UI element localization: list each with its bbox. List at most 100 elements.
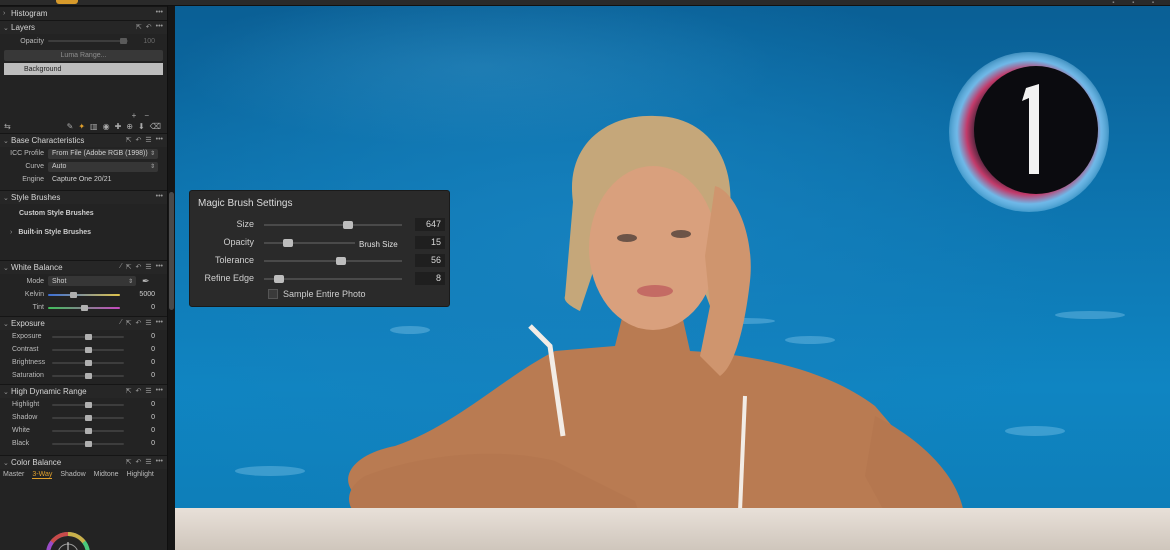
style-brushes-header[interactable]: ⌄ Style Brushes •••	[0, 190, 167, 204]
histogram-header[interactable]: › Histogram •••	[0, 6, 167, 20]
tolerance-value[interactable]: 56	[415, 254, 445, 267]
layer-opacity-value[interactable]: 100	[143, 38, 155, 45]
sample-entire-photo-checkbox[interactable]	[268, 289, 278, 299]
more-icon[interactable]: •••	[156, 136, 163, 144]
black-slider[interactable]	[52, 440, 124, 447]
slider-knob[interactable]	[283, 239, 293, 247]
more-icon[interactable]: •••	[156, 319, 163, 327]
tab-midtone[interactable]: Midtone	[94, 471, 119, 479]
white-slider[interactable]	[52, 427, 124, 434]
shadow-slider[interactable]	[52, 414, 124, 421]
active-tool-indicator[interactable]	[56, 0, 78, 4]
refine-edge-slider[interactable]	[264, 275, 402, 283]
slider-knob[interactable]	[120, 38, 127, 44]
gradient-icon[interactable]: ▥	[90, 122, 98, 131]
tolerance-slider[interactable]	[264, 257, 402, 265]
slider-knob[interactable]	[85, 333, 92, 340]
icc-profile-select[interactable]: From File (Adobe RGB (1998)) ⇕	[48, 148, 158, 159]
more-icon[interactable]: •••	[156, 263, 163, 271]
tab-shadow[interactable]: Shadow	[60, 471, 85, 479]
highlight-slider[interactable]	[52, 401, 124, 408]
chevron-down-icon[interactable]: ⌄	[3, 137, 11, 145]
saturation-value[interactable]: 0	[151, 372, 155, 379]
contrast-slider[interactable]	[52, 346, 124, 353]
more-icon[interactable]: •••	[156, 9, 163, 16]
tab-master[interactable]: Master	[3, 471, 24, 479]
tint-value[interactable]: 0	[151, 304, 155, 311]
slider-knob[interactable]	[85, 359, 92, 366]
copy-icon[interactable]: ⇱	[126, 136, 132, 144]
reset-icon[interactable]: ↶	[135, 263, 141, 271]
chevron-right-icon[interactable]: ›	[3, 10, 11, 17]
chevron-right-icon[interactable]: ›	[0, 229, 12, 236]
eraser-icon[interactable]: ⌫	[150, 122, 161, 131]
swap-icon[interactable]: ⇆	[4, 122, 11, 131]
luma-range-button[interactable]: Luma Range...	[4, 50, 163, 61]
eyedropper-icon[interactable]: ✒	[142, 276, 150, 287]
builtin-style-brushes-item[interactable]: › Built-in Style Brushes	[0, 222, 167, 242]
reset-icon[interactable]: ↶	[135, 458, 141, 466]
picker-icon[interactable]: ⁄	[120, 263, 121, 271]
color-balance-header[interactable]: ⌄ Color Balance ⇱ ↶ ☰ •••	[0, 455, 167, 469]
refine-edge-value[interactable]: 8	[415, 272, 445, 285]
curve-select[interactable]: Auto ⇕	[48, 161, 158, 172]
heal-icon[interactable]: ✚	[115, 122, 122, 131]
magic-brush-icon[interactable]: ✦	[78, 122, 85, 131]
presets-icon[interactable]: ☰	[145, 136, 151, 144]
chevron-down-icon[interactable]: ⌄	[3, 459, 11, 467]
copy-icon[interactable]: ⇱	[126, 458, 132, 466]
shadow-value[interactable]: 0	[151, 414, 155, 421]
presets-icon[interactable]: ☰	[145, 387, 151, 395]
size-value[interactable]: 647	[415, 218, 445, 231]
sidebar-scrollbar[interactable]	[168, 6, 175, 550]
tab-3-way[interactable]: 3-Way	[32, 471, 53, 479]
tint-slider[interactable]	[48, 304, 120, 311]
clone-icon[interactable]: ⊕	[126, 122, 133, 131]
reset-icon[interactable]: ↶	[135, 136, 141, 144]
brush-icon[interactable]: ✎	[67, 122, 74, 131]
opacity-value[interactable]: 15	[415, 236, 445, 249]
more-icon[interactable]: •••	[156, 387, 163, 395]
chevron-down-icon[interactable]: ⌄	[3, 24, 11, 32]
exposure-value[interactable]: 0	[151, 333, 155, 340]
color-wheel[interactable]	[0, 520, 168, 550]
layers-header[interactable]: ⌄ Layers ⇱ ↶ •••	[0, 20, 167, 34]
saturation-slider[interactable]	[52, 372, 124, 379]
auto-icon[interactable]: ⁄	[120, 319, 121, 327]
kelvin-value[interactable]: 5000	[139, 291, 155, 298]
slider-knob[interactable]	[85, 440, 92, 447]
copy-icon[interactable]: ⇱	[136, 23, 142, 31]
kelvin-slider[interactable]	[48, 291, 120, 298]
chevron-down-icon[interactable]: ⌄	[3, 320, 11, 328]
scrollbar-thumb[interactable]	[169, 192, 174, 310]
slider-knob[interactable]	[336, 257, 346, 265]
chevron-down-icon[interactable]: ⌄	[3, 194, 11, 202]
slider-knob[interactable]	[85, 401, 92, 408]
custom-style-brushes-item[interactable]: Custom Style Brushes	[0, 204, 167, 222]
reset-icon[interactable]: ↶	[146, 23, 152, 31]
radial-icon[interactable]: ◉	[103, 122, 110, 131]
chevron-down-icon[interactable]: ⌄	[3, 388, 11, 396]
presets-icon[interactable]: ☰	[145, 458, 151, 466]
reset-icon[interactable]: ↶	[135, 387, 141, 395]
slider-knob[interactable]	[70, 291, 77, 298]
slider-knob[interactable]	[85, 427, 92, 434]
presets-icon[interactable]: ☰	[145, 263, 151, 271]
copy-icon[interactable]: ⇱	[126, 263, 132, 271]
more-icon[interactable]: •••	[156, 458, 163, 466]
layer-opacity-slider[interactable]	[48, 38, 128, 44]
slider-knob[interactable]	[81, 304, 88, 311]
copy-icon[interactable]: ⇱	[126, 319, 132, 327]
more-icon[interactable]: •••	[156, 193, 163, 200]
wb-mode-select[interactable]: Shot ⇕	[48, 276, 136, 286]
size-slider[interactable]	[264, 221, 402, 229]
copy-icon[interactable]: ⇱	[126, 387, 132, 395]
tab-highlight[interactable]: Highlight	[127, 471, 154, 479]
presets-icon[interactable]: ☰	[145, 319, 151, 327]
layer-background-item[interactable]: Background	[4, 63, 163, 75]
white-balance-header[interactable]: ⌄ White Balance ⁄ ⇱ ↶ ☰ •••	[0, 260, 167, 274]
slider-knob[interactable]	[274, 275, 284, 283]
exposure-header[interactable]: ⌄ Exposure ⁄ ⇱ ↶ ☰ •••	[0, 316, 167, 330]
reset-icon[interactable]: ↶	[135, 319, 141, 327]
exposure-slider[interactable]	[52, 333, 124, 340]
